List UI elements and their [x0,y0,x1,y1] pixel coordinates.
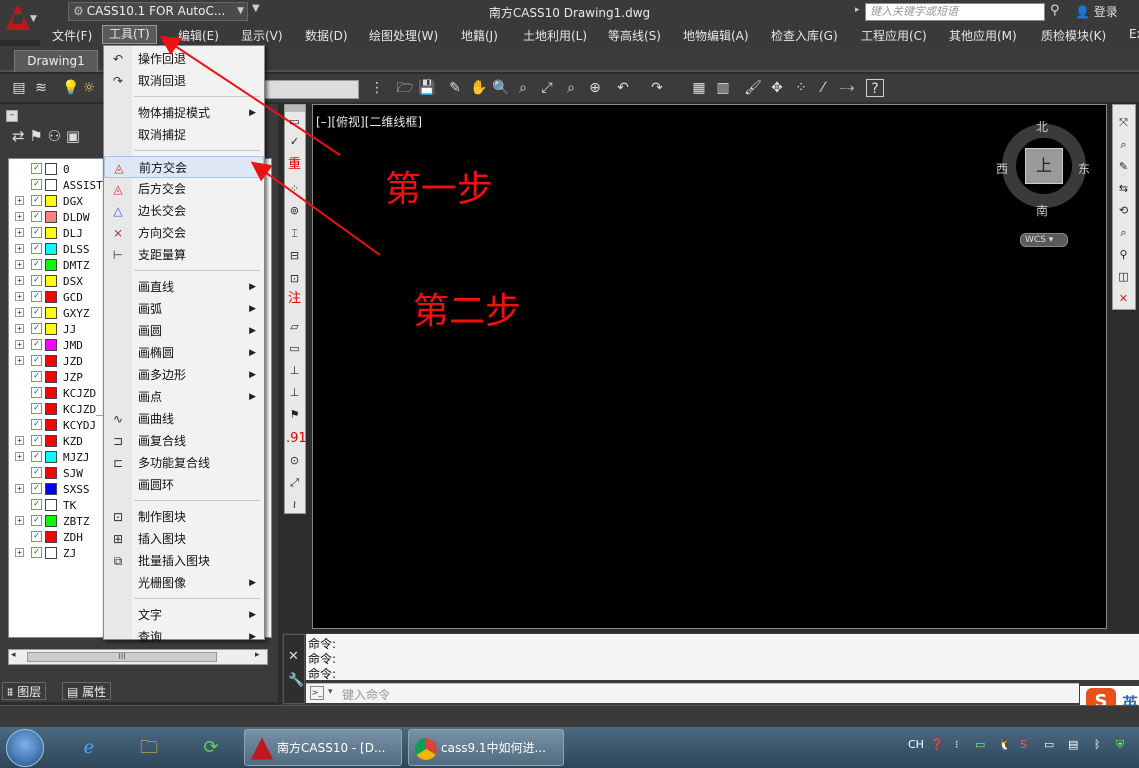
qq-tray-icon[interactable]: 🐧 [998,738,1012,751]
pin-icon[interactable]: ⚲ [1115,246,1132,263]
bluetooth-tray-icon[interactable]: ᛒ [1094,738,1101,751]
scale-icon[interactable]: ⤢ [286,474,303,491]
ruler2-icon[interactable]: ⊥ [286,384,303,401]
tray-language[interactable]: CH [908,738,924,751]
task-cass[interactable]: 南方CASS10 - [D... [244,729,402,766]
bracket-icon[interactable]: ⊡ [286,270,303,287]
circle-target-icon[interactable]: ⊙ [286,452,303,469]
command-placeholder: 键入命令 [342,688,391,702]
command-side-bar: ✕ 🔧 [283,634,305,704]
antivirus-tray-icon[interactable]: S [1020,738,1027,751]
layout-icon[interactable]: ◫ [1115,268,1132,285]
delete-icon[interactable]: ✕ [1115,290,1132,307]
battery-tray-icon[interactable]: ▭ [975,738,985,751]
arrow-step2 [250,161,381,256]
zoom-icon[interactable]: ⌕ [1115,136,1132,153]
grid-icon[interactable]: ⁘ [286,180,303,197]
pxy-icon[interactable]: ⊟ [286,247,303,264]
pencil-icon[interactable]: ✎ [1115,158,1132,175]
network-tray-icon[interactable]: ▤ [1068,738,1078,751]
ime-tray-icon[interactable]: ⁝ [955,738,959,751]
command-history: 命令: 命令: 命令: [306,634,1139,681]
task-chrome-label: cass9.1中如何进... [441,741,546,755]
camera-icon[interactable]: ⊚ [286,202,303,219]
shield-tray-icon[interactable]: ⛨ [1116,738,1124,752]
search-window-icon[interactable]: ⌕ [1115,224,1132,241]
wave-icon[interactable]: ≀ [286,496,303,513]
shape-icon[interactable]: ▱ [286,318,303,335]
chevron-down-icon[interactable]: ▾ [328,687,333,697]
rect-icon[interactable]: ▭ [286,340,303,357]
command-prompt-icon[interactable]: >_ [310,686,324,700]
measure-icon[interactable]: ⌶ [286,225,303,242]
explorer-icon[interactable]: 🗀 [124,731,174,765]
refresh-app-icon[interactable]: ⟳ [186,731,236,765]
wrench-icon[interactable]: 🔧 [288,673,304,688]
rotate-icon[interactable]: ⤧ [1115,114,1132,131]
ruler-icon[interactable]: ⊥ [286,362,303,379]
swap-icon[interactable]: ⇆ [1115,180,1132,197]
command-input[interactable]: >_ ▾ 键入命令 [306,683,1079,703]
ie-icon[interactable]: ℯ [64,731,114,765]
check-icon[interactable]: ✓ [286,133,303,150]
chrome-icon [415,737,437,760]
flag-icon[interactable]: ⚑ [286,406,303,423]
undo-arc-icon[interactable]: ⟲ [1115,202,1132,219]
task-chrome[interactable]: cass9.1中如何进... [408,729,564,766]
decimal-icon[interactable]: .91 [286,430,307,447]
command-line: 命令: [308,667,337,681]
cass-task-icon [251,737,273,760]
help-tray-icon[interactable]: ❓ [930,738,944,751]
monitor-tray-icon[interactable]: ▭ [1044,738,1054,751]
heavy-icon[interactable]: 重 [286,156,303,173]
note-icon[interactable]: 注 [286,290,303,307]
code-icon[interactable]: ▭ [286,113,303,130]
status-bar [0,705,1139,727]
arrow-step1 [159,35,341,156]
task-cass-label: 南方CASS10 - [D... [277,741,386,755]
close-icon[interactable]: ✕ [288,649,299,664]
start-button[interactable] [6,729,44,767]
